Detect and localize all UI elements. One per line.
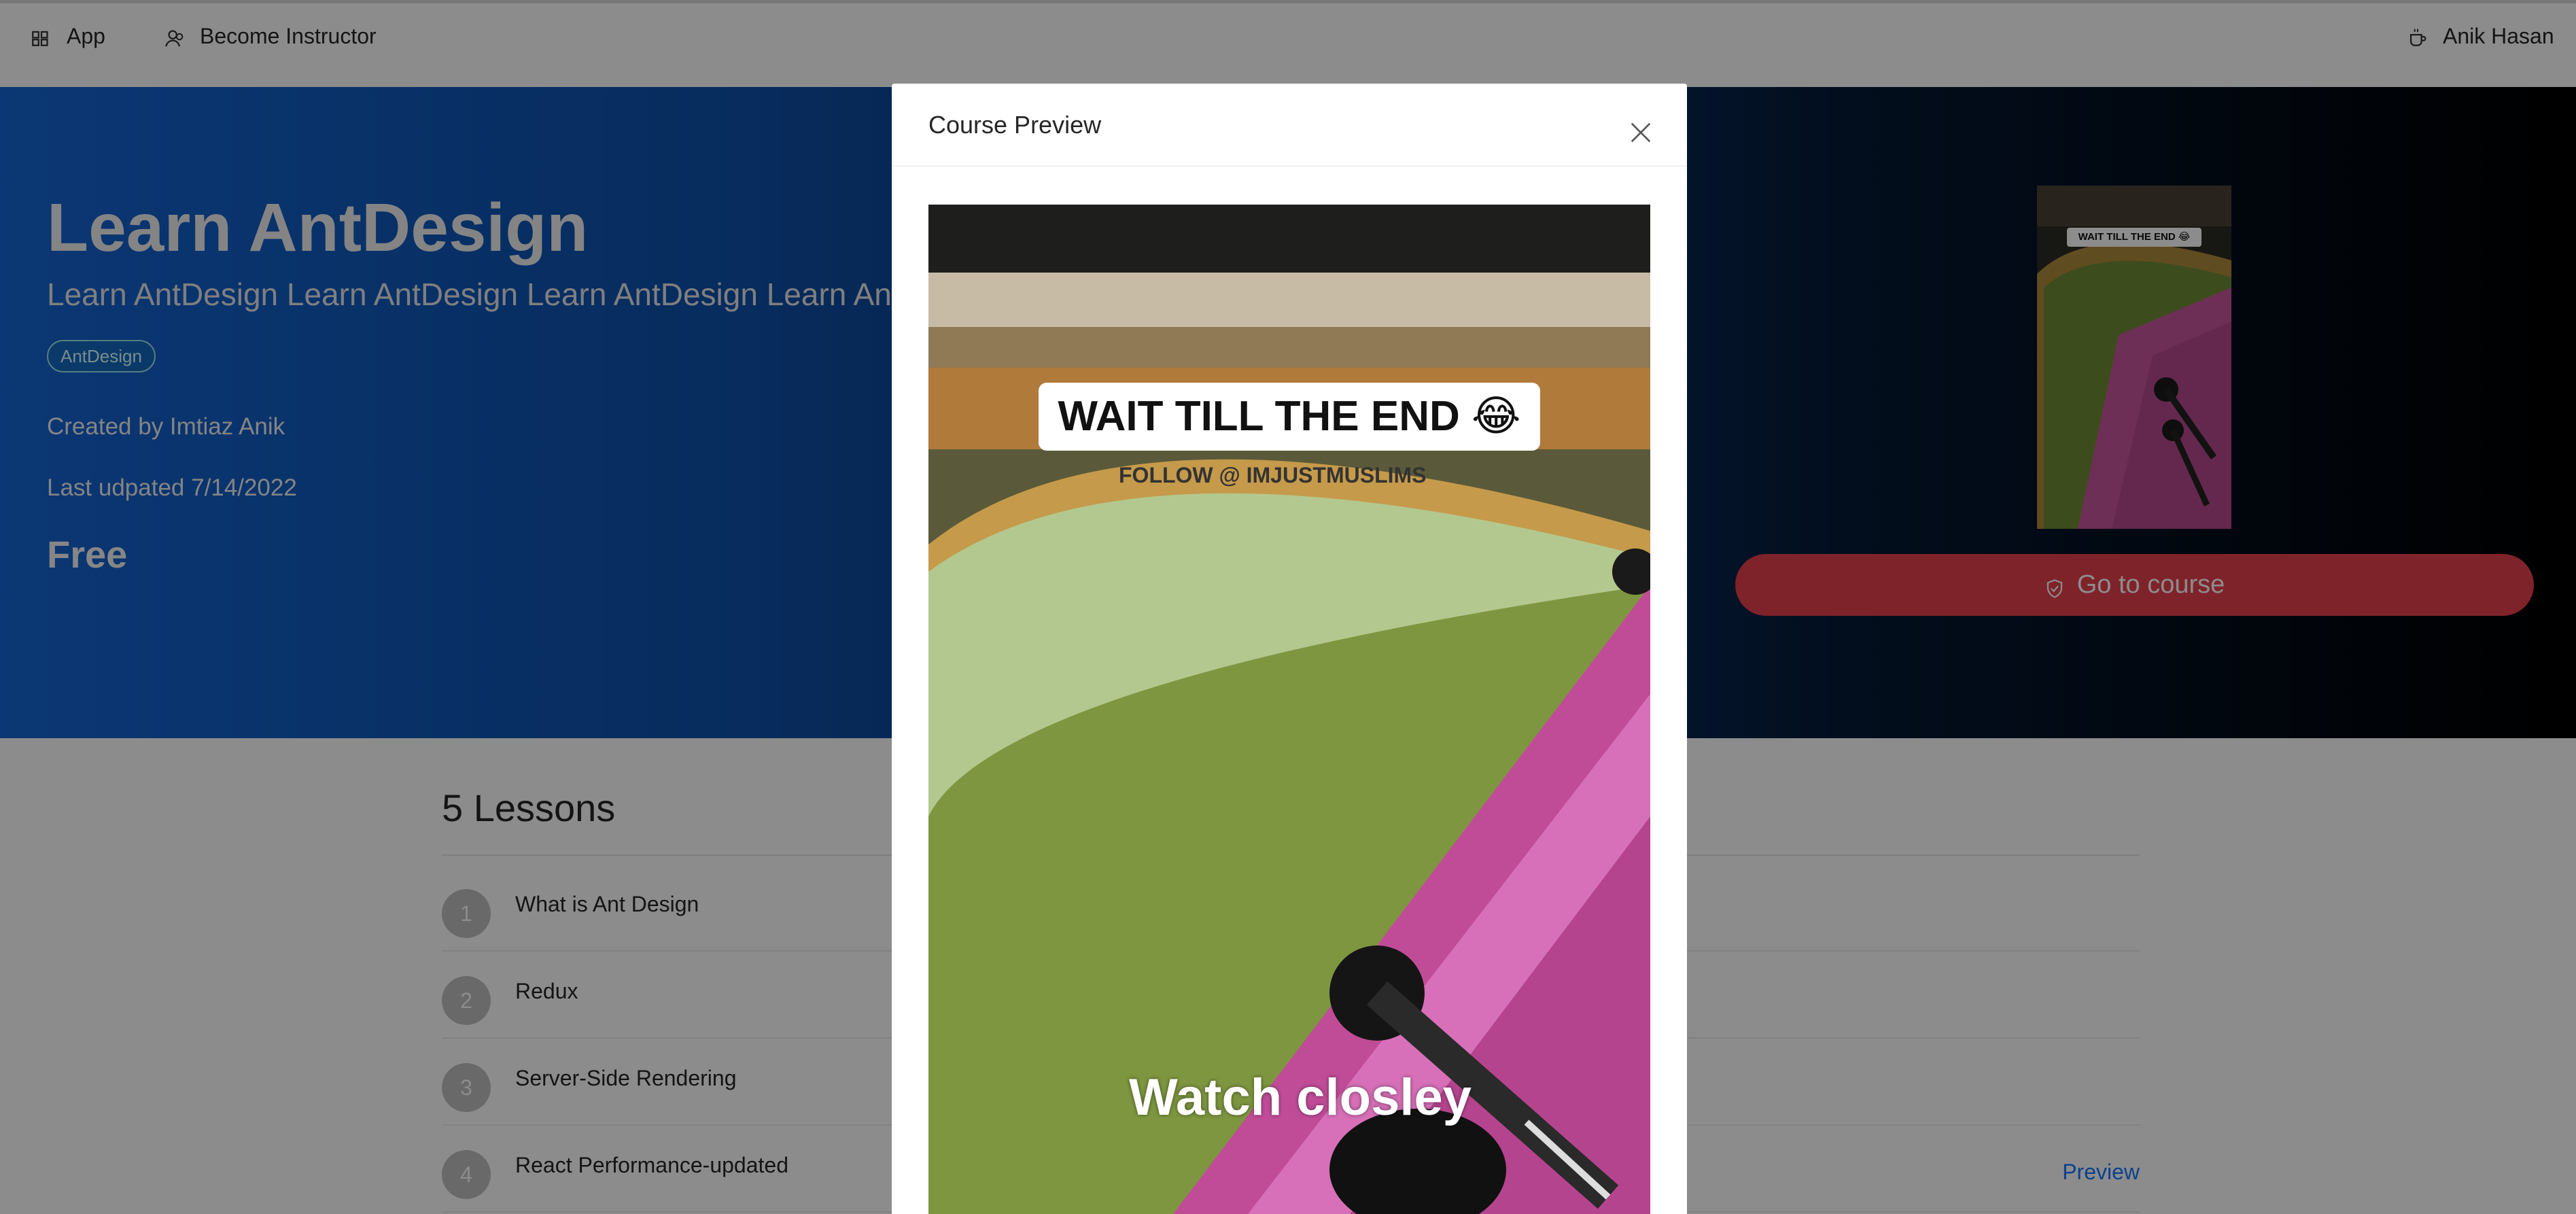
video-caption-bottom: Watch closley [1129,1069,1472,1126]
course-preview-modal: Course Preview WAIT TILL THE END 😂 FOLLO… [892,84,1687,1214]
video-caption-follow: FOLLOW @ IMJUSTMUSLIMS [1119,463,1427,487]
video-caption-top: WAIT TILL THE END 😂 [1039,383,1540,451]
close-icon[interactable] [1627,119,1654,146]
course-page: App Become Instructor Anik Hasan Learn A… [0,0,2576,1214]
video-player[interactable]: WAIT TILL THE END 😂 FOLLOW @ IMJUSTMUSLI… [928,205,1650,1214]
modal-header: Course Preview [892,84,1687,167]
modal-title: Course Preview [928,111,1102,139]
video-frame [928,205,1650,1214]
